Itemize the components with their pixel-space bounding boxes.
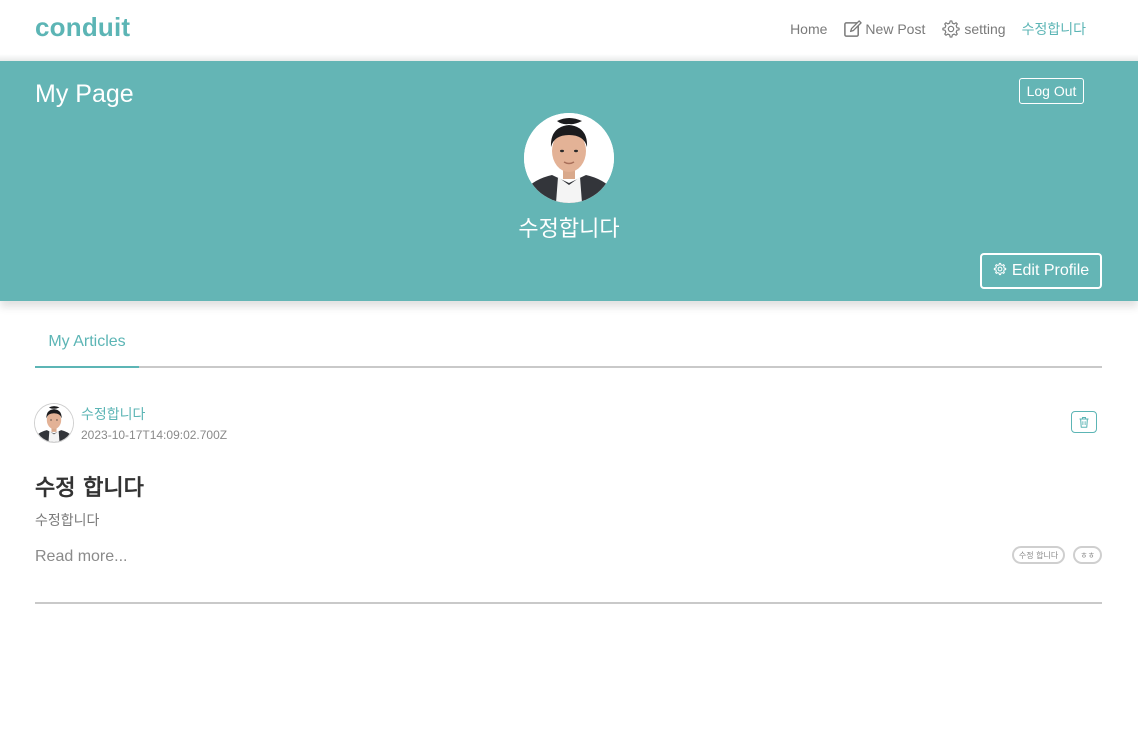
article-tabs: My Articles <box>35 316 1102 368</box>
article-title[interactable]: 수정 합니다 <box>35 470 144 502</box>
nav-home[interactable]: Home <box>790 21 827 37</box>
gear-icon <box>993 262 1007 281</box>
nav-links: Home New Post setting 수정합니다 <box>790 17 1086 41</box>
article-date: 2023-10-17T14:09:02.700Z <box>81 428 228 442</box>
read-more-link[interactable]: Read more... <box>35 548 127 566</box>
tag-pill[interactable]: ㅎㅎ <box>1073 546 1102 564</box>
edit-profile-label: Edit Profile <box>1011 262 1090 279</box>
nav-user-label: 수정합니다 <box>1021 21 1086 37</box>
article-description: 수정합니다 <box>35 513 100 529</box>
edit-profile-button[interactable]: Edit Profile <box>980 253 1102 289</box>
gear-icon <box>941 19 961 39</box>
author-name-link[interactable]: 수정합니다 <box>81 404 145 424</box>
nav-user-profile[interactable]: 수정합니다 <box>1022 19 1086 39</box>
navbar-shadow <box>0 54 1138 61</box>
top-navbar: conduit Home New Post setting 수정합니다 <box>0 0 1138 54</box>
trash-icon <box>1078 413 1090 432</box>
nav-new-post[interactable]: New Post <box>843 19 926 39</box>
nav-home-label: Home <box>790 21 828 37</box>
tag-pill[interactable]: 수정 합니다 <box>1011 546 1066 564</box>
page-title: My Page <box>35 80 134 108</box>
tab-my-articles[interactable]: My Articles <box>35 316 139 368</box>
nav-setting[interactable]: setting <box>941 19 1006 39</box>
edit-icon <box>843 19 863 39</box>
nav-new-post-label: New Post <box>865 21 926 37</box>
tag-list: 수정 합니다 ㅎㅎ <box>1011 546 1102 564</box>
author-avatar[interactable] <box>35 404 73 442</box>
profile-banner: My Page Log Out 수정합니다 Edit Profile <box>0 61 1138 301</box>
brand-logo[interactable]: conduit <box>35 12 130 43</box>
profile-avatar <box>524 113 614 203</box>
article-preview: 수정합니다 2023-10-17T14:09:02.700Z 수정 합니다 수정… <box>35 390 1102 604</box>
profile-username: 수정합니다 <box>518 217 620 242</box>
nav-setting-label: setting <box>964 21 1006 37</box>
delete-article-button[interactable] <box>1071 411 1097 433</box>
logout-button[interactable]: Log Out <box>1019 78 1084 104</box>
